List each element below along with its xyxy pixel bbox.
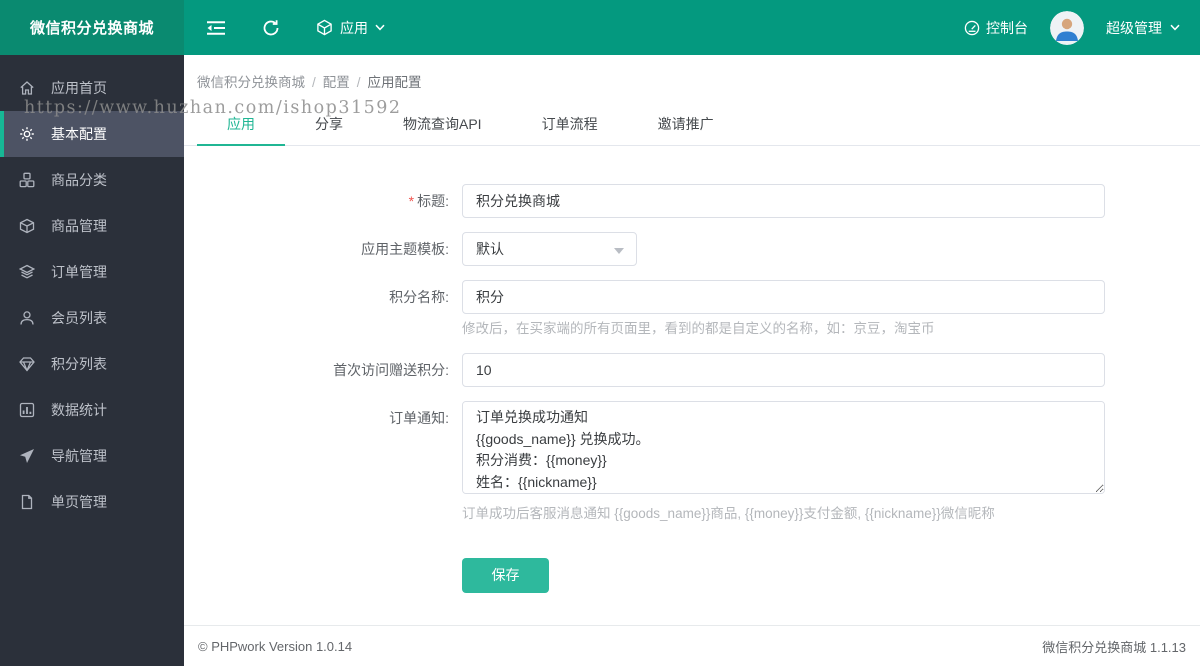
sidebar-item-label: 导航管理 — [51, 448, 107, 464]
top-header: 微信积分兑换商城 应用 控制台 超级管理 — [0, 0, 1200, 55]
sidebar-item-label: 商品管理 — [51, 218, 107, 234]
dashboard-icon — [964, 20, 980, 36]
field-label: 应用主题模板: — [361, 241, 449, 257]
settings-form: *标题: 应用主题模板: 默认积分名称: 修改后，在买家端的所有页面里，看到的都是自定… — [184, 146, 1200, 607]
chevron-down-icon — [375, 24, 385, 31]
breadcrumb-separator: / — [312, 75, 316, 90]
tab-3[interactable]: 订单流程 — [512, 105, 628, 145]
gem-icon — [19, 356, 35, 372]
field-label: 首次访问赠送积分: — [333, 361, 449, 378]
field-hint: 修改后，在买家端的所有页面里，看到的都是自定义的名称，如：京豆，淘宝币 — [462, 321, 935, 336]
breadcrumb-item-0[interactable]: 微信积分兑换商城 — [197, 75, 305, 90]
sidebar-item-8[interactable]: 导航管理 — [0, 433, 184, 479]
refresh-icon[interactable] — [262, 19, 280, 37]
sidebar-item-0[interactable]: 应用首页 — [0, 65, 184, 111]
tab-0[interactable]: 应用 — [197, 105, 285, 146]
gear-icon — [19, 126, 35, 142]
sidebar-item-9[interactable]: 单页管理 — [0, 479, 184, 525]
category-icon — [19, 172, 35, 188]
layers-icon — [19, 264, 35, 280]
console-label: 控制台 — [986, 19, 1028, 36]
sidebar-item-label: 会员列表 — [51, 310, 107, 326]
sidebar-item-5[interactable]: 会员列表 — [0, 295, 184, 341]
sidebar-item-label: 积分列表 — [51, 356, 107, 372]
field-label: * 标题: — [408, 193, 449, 209]
user-name: 超级管理 — [1106, 19, 1162, 36]
box-icon — [19, 218, 35, 234]
form-actions-row: 保存 — [197, 538, 1200, 593]
header-app-label: 应用 — [340, 19, 368, 36]
footer-app-version: 微信积分兑换商城 1.1.13 — [1042, 639, 1186, 655]
sidebar-item-label: 应用首页 — [51, 80, 107, 96]
console-link[interactable]: 控制台 — [964, 18, 1028, 38]
user-menu[interactable]: 超级管理 — [1106, 18, 1180, 38]
app-logo[interactable]: 微信积分兑换商城 — [0, 0, 184, 55]
sidebar-item-label: 商品分类 — [51, 172, 107, 188]
caret-down-icon — [614, 248, 624, 254]
avatar[interactable] — [1050, 10, 1084, 45]
menu-fold-icon[interactable] — [206, 20, 226, 36]
tab-1[interactable]: 分享 — [285, 105, 373, 145]
field-hint: 订单成功后客服消息通知 {{goods_name}}商品, {{money}}支… — [462, 505, 995, 521]
chart-icon — [19, 402, 35, 418]
sidebar-item-1[interactable]: 基本配置 — [0, 111, 184, 157]
sidebar-item-label: 基本配置 — [51, 126, 107, 142]
breadcrumb: 微信积分兑换商城 / 配置 / 应用配置 — [184, 55, 1200, 91]
user-icon — [19, 310, 35, 326]
required-star: * — [408, 193, 415, 209]
navigation-icon — [19, 448, 35, 464]
sidebar-item-6[interactable]: 积分列表 — [0, 341, 184, 387]
field-input-2[interactable] — [462, 280, 1105, 314]
sidebar-item-label: 订单管理 — [51, 264, 107, 280]
field-label: 订单通知: — [389, 409, 449, 426]
field-input-3[interactable] — [462, 352, 1105, 387]
sidebar: 应用首页基本配置商品分类商品管理订单管理会员列表积分列表数据统计导航管理单页管理 — [0, 55, 184, 666]
sidebar-item-label: 数据统计 — [51, 402, 107, 418]
footer: © PHPwork Version 1.0.14 微信积分兑换商城 1.1.13 — [184, 625, 1200, 666]
field-input-0[interactable] — [462, 184, 1105, 218]
breadcrumb-separator: / — [356, 75, 361, 90]
footer-version: © PHPwork Version 1.0.14 — [198, 638, 353, 654]
header-app-menu[interactable]: 应用 — [316, 18, 385, 38]
sidebar-item-3[interactable]: 商品管理 — [0, 203, 184, 249]
header-bar: 应用 控制台 超级管理 — [184, 0, 1200, 55]
theme-select[interactable]: 默认 — [462, 232, 637, 266]
select-value: 默认 — [476, 241, 504, 257]
breadcrumb-item-2: 应用配置 — [367, 75, 422, 90]
sidebar-item-7[interactable]: 数据统计 — [0, 387, 184, 433]
home-icon — [19, 80, 35, 96]
app-cube-icon — [316, 19, 333, 36]
form-row-2: 积分名称: 修改后，在买家端的所有页面里，看到的都是自定义的名称，如：京豆，淘宝币 — [197, 280, 1200, 339]
breadcrumb-item-1[interactable]: 配置 — [323, 75, 350, 90]
sidebar-item-4[interactable]: 订单管理 — [0, 249, 184, 295]
chevron-down-icon — [1170, 24, 1180, 31]
main-content: 微信积分兑换商城 / 配置 / 应用配置 应用 分享 物流查询API 订单流程 邀请推广 * 标题… — [184, 55, 1200, 666]
tab-2[interactable]: 物流查询API — [373, 105, 512, 145]
form-row-3: 首次访问赠送积分: — [197, 352, 1200, 387]
page-icon — [19, 494, 35, 510]
order-notice-textarea[interactable] — [462, 400, 1105, 494]
sidebar-item-label: 单页管理 — [51, 494, 107, 510]
form-row-1: 应用主题模板: 默认 — [197, 232, 1200, 266]
form-row-0: * 标题: — [197, 184, 1200, 218]
sidebar-item-2[interactable]: 商品分类 — [0, 157, 184, 203]
tab-bar: 应用 分享 物流查询API 订单流程 邀请推广 — [184, 105, 1200, 146]
form-row-4: 订单通知: 订单成功后客服消息通知 {{goods_name}}商品, {{mon… — [197, 400, 1200, 524]
field-label: 积分名称: — [389, 289, 449, 305]
save-button[interactable]: 保存 — [462, 557, 549, 593]
tab-4[interactable]: 邀请推广 — [628, 105, 744, 145]
